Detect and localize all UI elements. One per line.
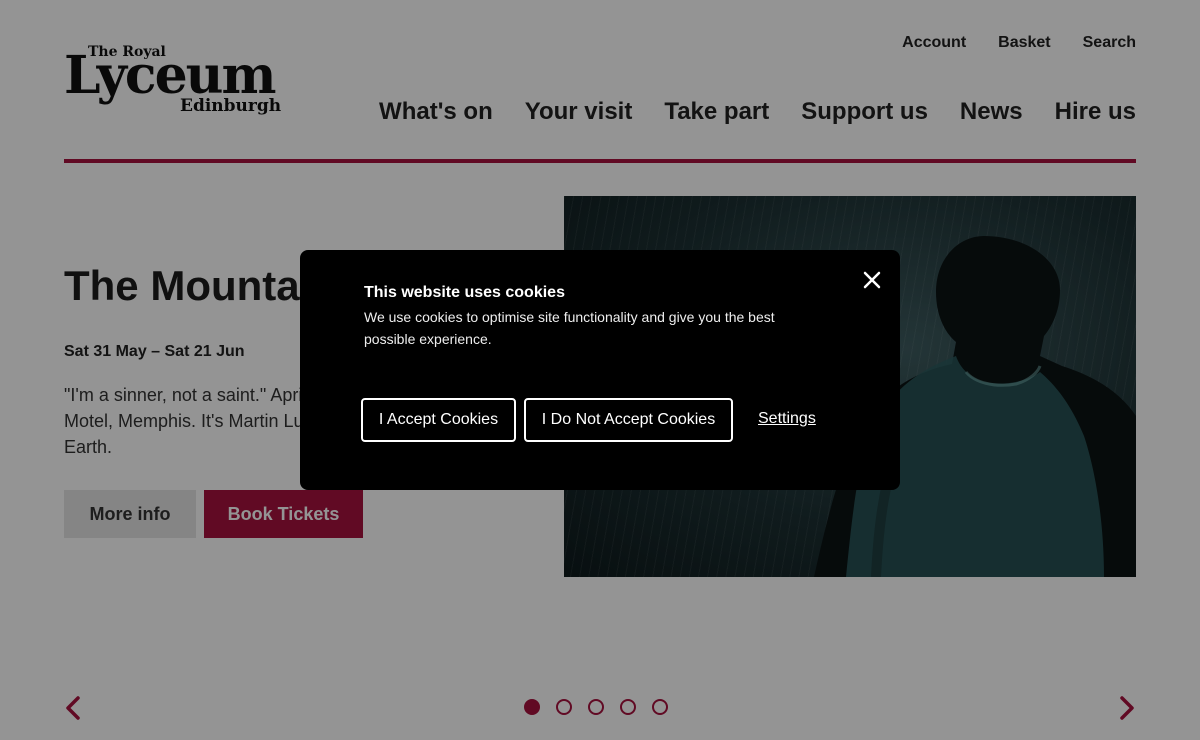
accept-cookies-button[interactable]: I Accept Cookies xyxy=(361,398,516,442)
cookie-description: We use cookies to optimise site function… xyxy=(364,309,775,347)
cookie-settings-link[interactable]: Settings xyxy=(758,410,816,428)
cookie-title: This website uses cookies xyxy=(364,284,565,301)
decline-cookies-button[interactable]: I Do Not Accept Cookies xyxy=(524,398,733,442)
cookie-consent-dialog: This website uses cookies We use cookies… xyxy=(300,250,900,490)
close-icon[interactable] xyxy=(860,268,884,292)
